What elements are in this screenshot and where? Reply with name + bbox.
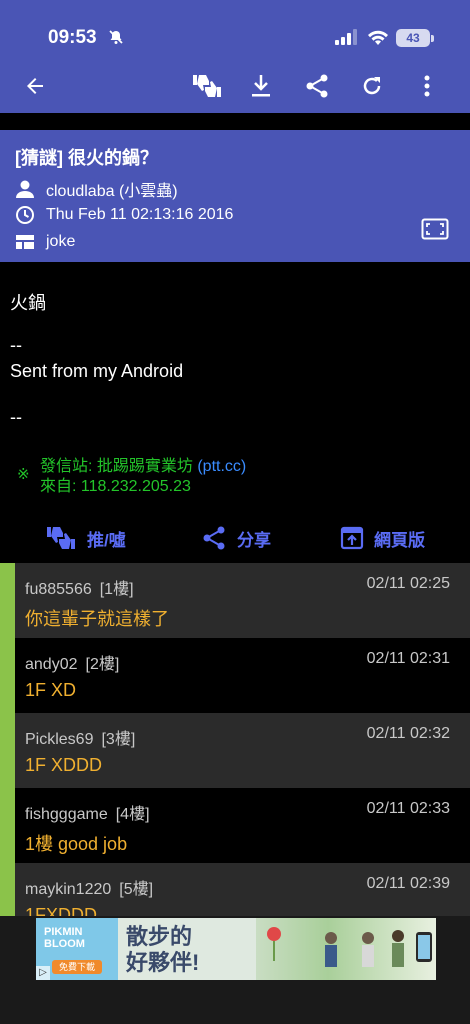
comment-user-row: Pickles69 [3樓] [25, 725, 135, 749]
status-bar: 09:53 43 [0, 25, 470, 53]
comment-time: 02/11 02:33 [366, 800, 450, 817]
ad-line1: 散步的 [126, 924, 193, 949]
thumb-updown-icon[interactable] [189, 68, 225, 104]
comment-text: 1F XD [25, 680, 77, 700]
sign-star: ※ [17, 466, 30, 483]
download-icon[interactable] [243, 68, 279, 104]
ad-image [256, 918, 436, 980]
clock-icon [16, 206, 34, 224]
article-header: [猜謎] 很火的鍋？ cloudlaba (小雲蟲) Thu Feb 11 02… [0, 130, 470, 262]
comment-floor: [3樓] [101, 731, 136, 748]
comment-floor: [2樓] [85, 656, 120, 673]
signal-icon [335, 29, 357, 50]
comment-time: 02/11 02:31 [366, 650, 450, 667]
bell-muted-icon [108, 29, 124, 50]
comment-user-row: fishgggame [4樓] [25, 800, 150, 824]
comment-item[interactable]: maykin1220 [5樓] 02/11 02:39 1FXDDD [15, 863, 470, 916]
back-arrow-icon[interactable] [17, 68, 53, 104]
share-button[interactable]: 分享 [201, 518, 271, 558]
fullscreen-icon[interactable] [418, 214, 452, 244]
web-version-button[interactable]: 網頁版 [340, 518, 425, 558]
web-version-label: 網頁版 [374, 530, 425, 550]
comment-floor: [1樓] [99, 581, 134, 598]
comment-time: 02/11 02:32 [366, 725, 450, 742]
share-icon[interactable] [299, 68, 335, 104]
board-row: joke [15, 233, 75, 251]
status-time: 09:53 [48, 27, 97, 48]
comment-floor: [4樓] [115, 806, 150, 823]
push-button[interactable]: 推/噓 [45, 518, 126, 558]
ad-brand-line2: BLOOM [44, 938, 85, 950]
author-row: cloudlaba (小雲蟲) [15, 177, 178, 201]
article-title: [猜謎] 很火的鍋？ [15, 148, 158, 168]
comment-user: Pickles69 [25, 731, 94, 748]
ad-area: PIKMIN BLOOM 免費下載 散步的 好夥伴! ▷ [0, 916, 470, 1024]
board-icon [16, 235, 34, 249]
article-date: Thu Feb 11 02:13:16 2016 [46, 206, 234, 223]
comment-text: 1樓 good job [25, 834, 128, 854]
comment-floor: [5樓] [119, 881, 154, 898]
share-label: 分享 [237, 530, 271, 550]
ad-info-icon[interactable]: ▷ [36, 966, 50, 980]
push-label: 推/噓 [87, 530, 126, 550]
comment-item[interactable]: Pickles69 [3樓] 02/11 02:32 1F XDDD [15, 713, 470, 788]
body-line: Sent from my Android [10, 361, 184, 381]
body-line: 火鍋 [10, 293, 46, 313]
comment-time: 02/11 02:39 [366, 875, 450, 892]
body-line: -- [10, 407, 22, 427]
comment-side-bar [0, 563, 15, 916]
sign-site-link[interactable]: (ptt.cc) [197, 458, 246, 475]
comment-text: 1FXDDD [25, 905, 98, 916]
open-browser-icon [340, 526, 364, 550]
more-vert-icon[interactable] [409, 68, 445, 104]
comment-text: 你這輩子就這樣了 [25, 609, 169, 629]
comment-user-row: andy02 [2樓] [25, 650, 119, 674]
app-bar: 09:53 43 [0, 0, 470, 113]
comment-item[interactable]: andy02 [2樓] 02/11 02:31 1F XD [15, 638, 470, 713]
article-board[interactable]: joke [46, 233, 75, 251]
comment-user-row: maykin1220 [5樓] [25, 875, 153, 899]
comment-list: fu885566 [1樓] 02/11 02:25 你這輩子就這樣了 andy02… [0, 563, 470, 916]
body-line: -- [10, 335, 22, 355]
ad-headline: 散步的 好夥伴! [126, 924, 199, 976]
article-author: cloudlaba (小雲蟲) [46, 183, 178, 200]
comment-user: maykin1220 [25, 881, 112, 898]
comment-text: 1F XDDD [25, 755, 103, 775]
comment-item[interactable]: fu885566 [1樓] 02/11 02:25 你這輩子就這樣了 [15, 563, 470, 638]
action-bar: 推/噓 分享 網頁版 [0, 518, 470, 558]
sign-from: 來自: 118.232.205.23 [40, 478, 191, 495]
ad-banner[interactable]: PIKMIN BLOOM 免費下載 散步的 好夥伴! ▷ [36, 918, 436, 980]
ad-brand-line1: PIKMIN [44, 926, 83, 938]
share-icon [203, 526, 225, 550]
battery-level: 43 [396, 29, 430, 47]
comment-user: andy02 [25, 656, 78, 673]
person-icon [16, 180, 34, 198]
ad-line2: 好夥伴! [126, 950, 200, 975]
comment-user: fu885566 [25, 581, 92, 598]
ad-download-badge: 免費下載 [52, 960, 102, 974]
comment-item[interactable]: fishgggame [4樓] 02/11 02:33 1樓 good job [15, 788, 470, 863]
refresh-icon[interactable] [354, 68, 390, 104]
battery-icon [431, 35, 434, 42]
comment-user-row: fu885566 [1樓] [25, 575, 134, 599]
thumb-updown-icon [47, 527, 75, 549]
wifi-icon [367, 28, 389, 51]
date-row: Thu Feb 11 02:13:16 2016 [15, 205, 233, 225]
comment-time: 02/11 02:25 [366, 575, 450, 592]
comment-user: fishgggame [25, 806, 108, 823]
